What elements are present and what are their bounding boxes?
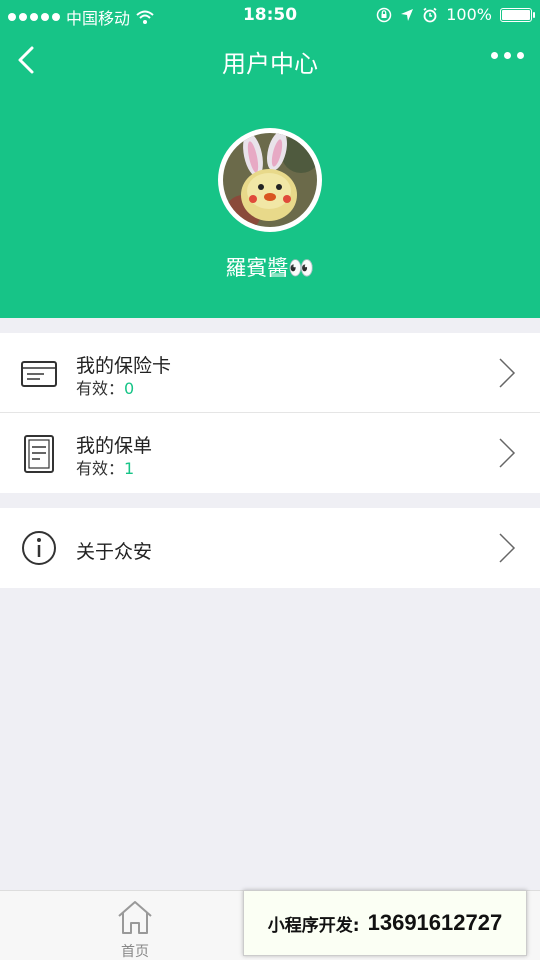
valid-count: 0 bbox=[124, 379, 135, 398]
document-icon bbox=[24, 435, 54, 473]
battery-fill bbox=[502, 9, 530, 20]
tab-home-label: 首页 bbox=[121, 944, 149, 960]
more-dots-icon bbox=[491, 52, 498, 59]
more-button[interactable] bbox=[491, 52, 524, 59]
location-icon bbox=[401, 8, 414, 21]
valid-count: 1 bbox=[124, 459, 135, 478]
rotation-lock-icon bbox=[377, 7, 392, 22]
status-right: 100% bbox=[376, 5, 535, 24]
menu-group-primary: 我的保险卡 有效：0 我的保单 有效：1 bbox=[0, 333, 540, 493]
promo-phone: 13691612727 bbox=[367, 910, 503, 935]
home-icon bbox=[118, 901, 152, 934]
alarm-icon bbox=[423, 7, 437, 22]
menu-item-policy[interactable]: 我的保单 有效：1 bbox=[0, 413, 540, 493]
promo-banner: 小程序开发: 13691612727 bbox=[243, 890, 527, 956]
info-icon bbox=[22, 531, 56, 565]
page-title: 用户中心 bbox=[222, 50, 318, 78]
menu-item-subtitle: 有效：1 bbox=[76, 455, 134, 479]
profile-header: 用户中心 羅賓醬👀 bbox=[0, 30, 540, 318]
menu-item-about[interactable]: 关于众安 bbox=[0, 508, 540, 588]
username: 羅賓醬👀 bbox=[225, 256, 315, 280]
menu-item-insurance-card[interactable]: 我的保险卡 有效：0 bbox=[0, 333, 540, 413]
menu-item-title: 我的保单 bbox=[76, 435, 153, 457]
avatar-image bbox=[223, 133, 317, 227]
menu-item-title: 关于众安 bbox=[76, 541, 153, 563]
promo-label: 小程序开发: bbox=[267, 915, 360, 936]
battery-icon bbox=[500, 7, 535, 22]
valid-label: 有效： bbox=[76, 379, 125, 398]
valid-label: 有效： bbox=[76, 459, 125, 478]
card-icon bbox=[21, 361, 57, 387]
battery-percent: 100% bbox=[446, 5, 492, 24]
menu-item-title: 我的保险卡 bbox=[76, 355, 172, 377]
tab-home[interactable]: 首页 bbox=[100, 899, 170, 960]
menu-item-subtitle: 有效：0 bbox=[76, 375, 134, 399]
avatar[interactable] bbox=[218, 128, 322, 232]
chevron-right-icon bbox=[499, 438, 516, 468]
menu-group-secondary: 关于众安 bbox=[0, 508, 540, 588]
chevron-right-icon bbox=[499, 533, 516, 563]
chevron-right-icon bbox=[499, 358, 516, 388]
status-bar: 中国移动 18:50 100% bbox=[0, 0, 540, 30]
